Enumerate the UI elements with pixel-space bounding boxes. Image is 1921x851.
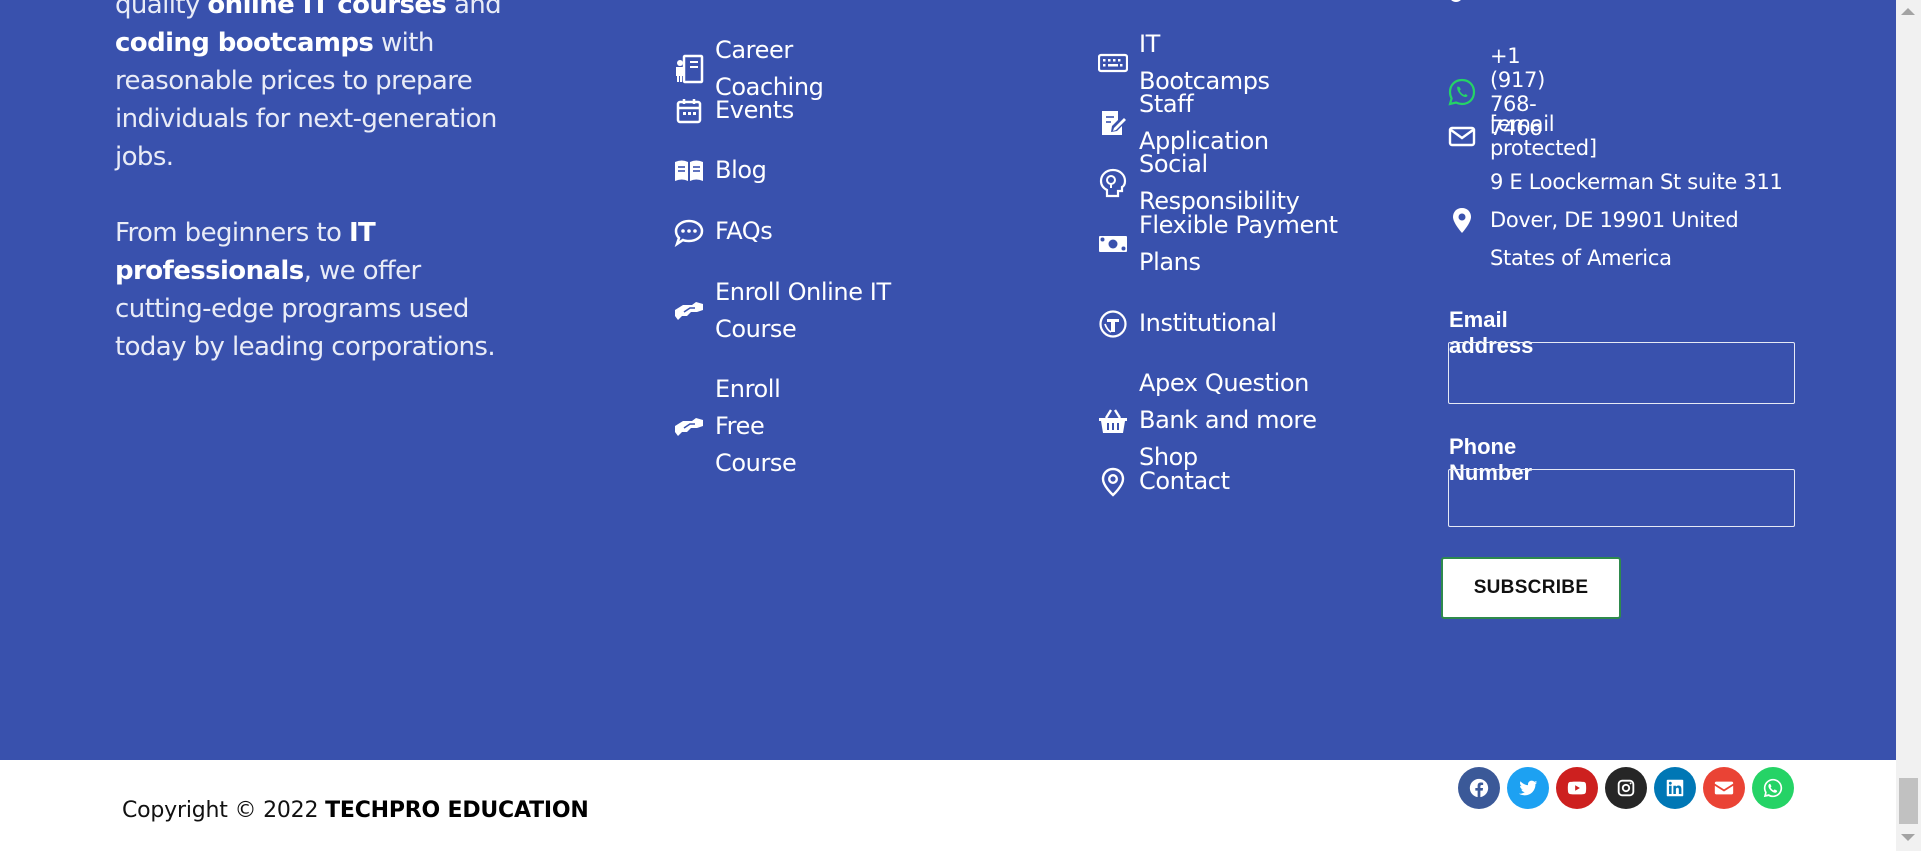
keyboard-icon bbox=[1098, 48, 1128, 78]
map-pin-icon bbox=[1098, 467, 1128, 497]
career-coaching-icon bbox=[674, 54, 704, 84]
copyright-text: Copyright © 2022 bbox=[122, 798, 326, 823]
about-bold-bootcamps: coding bootcamps bbox=[115, 28, 374, 58]
footer-about: quality online IT courses and coding boo… bbox=[115, 0, 510, 404]
link-label: Contact bbox=[1139, 467, 1230, 495]
book-open-icon bbox=[674, 156, 704, 186]
youtube-link[interactable] bbox=[1556, 767, 1598, 809]
handshake-icon bbox=[674, 412, 704, 442]
link-faqs[interactable]: FAQs bbox=[674, 213, 773, 250]
edit-document-icon bbox=[1098, 108, 1128, 138]
email-field[interactable] bbox=[1448, 342, 1795, 404]
link-blog[interactable]: Blog bbox=[674, 152, 767, 189]
link-enroll-online-it-course[interactable]: Enroll Online IT Course bbox=[674, 274, 904, 348]
whatsapp-icon bbox=[1763, 778, 1783, 798]
link-events[interactable]: Events bbox=[674, 92, 794, 129]
scrollbar-thumb[interactable] bbox=[1899, 778, 1918, 824]
copyright-brand: TECHPRO EDUCATION bbox=[325, 798, 589, 823]
money-bill-icon bbox=[1098, 229, 1128, 259]
link-flexible-payment-plans[interactable]: Flexible Payment Plans bbox=[1098, 207, 1338, 281]
twitter-link[interactable] bbox=[1507, 767, 1549, 809]
about-paragraph-1: quality online IT courses and coding boo… bbox=[115, 0, 510, 176]
footer-bottom-bar: Copyright © 2022 TECHPRO EDUCATION bbox=[0, 760, 1896, 851]
link-label: Flexible Payment Plans bbox=[1139, 211, 1338, 276]
about-text: and bbox=[446, 0, 502, 20]
social-links bbox=[1458, 767, 1794, 809]
link-label: FAQs bbox=[715, 217, 773, 245]
scroll-down-arrow-icon[interactable] bbox=[1901, 834, 1915, 841]
about-paragraph-2: From beginners to IT professionals, we o… bbox=[115, 214, 510, 366]
calendar-icon bbox=[674, 96, 704, 126]
link-institutional[interactable]: Institutional bbox=[1098, 305, 1277, 342]
linkedin-link[interactable] bbox=[1654, 767, 1696, 809]
lightbulb-head-icon bbox=[1098, 168, 1128, 198]
footer-main: quality online IT courses and coding boo… bbox=[0, 0, 1896, 760]
twitter-icon bbox=[1518, 780, 1538, 796]
basket-icon bbox=[1098, 406, 1128, 436]
link-apex-question-bank-shop[interactable]: Apex Question Bank and more Shop bbox=[1098, 365, 1348, 476]
page-scrollbar[interactable] bbox=[1896, 0, 1921, 851]
map-marker-icon bbox=[1448, 206, 1476, 234]
facebook-link[interactable] bbox=[1458, 767, 1500, 809]
linkedin-icon bbox=[1666, 779, 1684, 797]
facebook-icon bbox=[1469, 778, 1489, 798]
email-address: [email protected] bbox=[1490, 112, 1597, 160]
link-label: Institutional bbox=[1139, 309, 1277, 337]
handshake-icon bbox=[674, 296, 704, 326]
chat-bubble-icon bbox=[674, 217, 704, 247]
contact-email[interactable]: [email protected] bbox=[1448, 112, 1597, 160]
whatsapp-icon bbox=[1448, 78, 1476, 106]
email-link[interactable] bbox=[1703, 767, 1745, 809]
instagram-icon bbox=[1617, 779, 1635, 797]
phone-icon-partial bbox=[1449, 0, 1463, 2]
scroll-up-arrow-icon[interactable] bbox=[1901, 8, 1915, 15]
address-text: 9 E Loockerman St suite 311 Dover, DE 19… bbox=[1490, 170, 1783, 270]
link-contact[interactable]: Contact bbox=[1098, 463, 1230, 500]
link-label: Events bbox=[715, 96, 794, 124]
envelope-icon bbox=[1448, 122, 1476, 150]
link-label: Enroll Online IT Course bbox=[715, 278, 891, 343]
subscribe-button[interactable]: SUBSCRIBE bbox=[1441, 557, 1621, 619]
about-text: From beginners to bbox=[115, 218, 349, 248]
copyright: Copyright © 2022 TECHPRO EDUCATION bbox=[122, 798, 589, 823]
link-label: Apex Question Bank and more Shop bbox=[1139, 369, 1317, 471]
youtube-icon bbox=[1567, 781, 1587, 795]
instagram-link[interactable] bbox=[1605, 767, 1647, 809]
link-label: Enroll Free Course bbox=[715, 375, 797, 477]
link-enroll-free-course[interactable]: Enroll Free Course bbox=[674, 371, 797, 482]
institution-icon bbox=[1098, 309, 1128, 339]
whatsapp-link[interactable] bbox=[1752, 767, 1794, 809]
phone-field[interactable] bbox=[1448, 469, 1795, 527]
about-text: quality bbox=[115, 0, 208, 20]
contact-address: 9 E Loockerman St suite 311 Dover, DE 19… bbox=[1448, 163, 1808, 277]
link-label: Blog bbox=[715, 156, 767, 184]
envelope-icon bbox=[1714, 781, 1734, 795]
about-bold-online-courses: online IT courses bbox=[207, 0, 447, 20]
